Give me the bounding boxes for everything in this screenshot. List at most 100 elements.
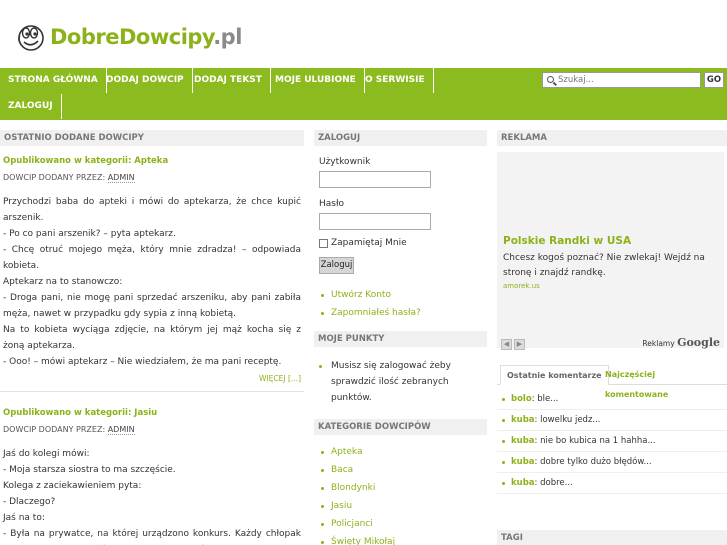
categories-heading: KATEGORIE DOWCIPÓW: [314, 419, 487, 435]
comment-author[interactable]: kuba: [511, 478, 535, 488]
ad-google-prefix: Reklamy: [642, 339, 675, 348]
post-author-link[interactable]: ADMIN: [107, 425, 135, 435]
category-link[interactable]: Święty Mikołaj: [319, 533, 487, 545]
ad-text: Chcesz kogoś poznać? Nie zwlekaj! Wejdź …: [503, 253, 705, 278]
remember-label: Zapamiętaj Mnie: [331, 238, 407, 248]
post-line: - Ooo! – mówi aptekarz – Nie wiedziałem,…: [3, 357, 282, 367]
forgot-password-link[interactable]: Zapomniałeś hasła?: [319, 304, 487, 322]
comment-item[interactable]: bolo: ble...: [497, 389, 727, 410]
ad-title[interactable]: Polskie Randki w USA: [503, 235, 631, 247]
logo-main: DobreDowcipy: [50, 25, 214, 49]
post-line: - Chcę otruć mojego męża, który mnie zdr…: [3, 245, 301, 271]
comment-author[interactable]: kuba: [511, 436, 535, 446]
post-body: Jaś do kolegi mówi: - Moja starsza siost…: [3, 446, 301, 545]
comment-author[interactable]: bolo: [511, 394, 532, 404]
comment-author[interactable]: kuba: [511, 415, 535, 425]
username-field[interactable]: [319, 171, 431, 188]
password-field[interactable]: [319, 213, 431, 230]
post-category-link[interactable]: Opublikowano w kategorii: Jasiu: [3, 408, 301, 418]
comment-author[interactable]: kuba: [511, 457, 535, 467]
ad-nav: ◀ ▶: [501, 339, 527, 350]
main-nav: STRONA GŁÓWNA DODAJ DOWCIP DODAJ TEKST M…: [0, 68, 727, 120]
nav-add-text[interactable]: DODAJ TEKST: [186, 68, 271, 93]
ad-heading: REKLAMA: [497, 130, 727, 146]
google-logo: Google: [677, 336, 720, 349]
post-author-line: DOWCIP DODANY PRZEZ: ADMIN: [3, 425, 301, 435]
latest-jokes-heading: OSTATNIO DODANE DOWCIPY: [0, 130, 304, 146]
nav-add-joke[interactable]: DODAJ DOWCIP: [98, 68, 193, 93]
comments-list: bolo: ble... kuba: lowelku jedz... kuba:…: [497, 389, 727, 494]
comment-item[interactable]: kuba: dobre tylko dużo błędów...: [497, 452, 727, 473]
ad-google-label[interactable]: Reklamy Google: [642, 336, 720, 349]
remember-me[interactable]: Zapamiętaj Mnie: [319, 238, 487, 248]
post-body: Przychodzi baba do apteki i mówi do apte…: [3, 194, 301, 370]
ad-box[interactable]: Polskie Randki w USA Chcesz kogoś poznać…: [497, 152, 724, 350]
username-label: Użytkownik: [319, 157, 371, 167]
ad-next-icon[interactable]: ▶: [514, 339, 525, 350]
header: DobreDowcipy.pl: [0, 0, 727, 68]
categories-list: Apteka Baca Blondynki Jasiu Policjanci Ś…: [319, 443, 487, 545]
sidebar-middle: ZALOGUJ Użytkownik Hasło Zapamiętaj Mnie…: [314, 120, 487, 545]
category-link[interactable]: Apteka: [319, 443, 487, 461]
nav-login[interactable]: ZALOGUJ: [0, 94, 62, 119]
post-line: - Była na prywatce, na której urządzono …: [3, 529, 301, 539]
joke-post: Opublikowano w kategorii: Apteka DOWCIP …: [0, 156, 304, 383]
nav-about[interactable]: O SERWISIE: [357, 68, 434, 93]
logo-text: DobreDowcipy.pl: [50, 25, 242, 49]
comment-text: : nie bo kubica na 1 hahha...: [534, 436, 656, 446]
tags-heading: TAGI: [497, 530, 727, 545]
post-author-prefix: DOWCIP DODANY PRZEZ:: [3, 173, 108, 182]
logo-suffix: .pl: [213, 25, 242, 49]
read-more-link[interactable]: WIĘCEJ [...]: [3, 374, 301, 383]
points-info: Musisz się zalogować żeby sprawdzić iloś…: [319, 358, 486, 406]
remember-checkbox[interactable]: [319, 238, 328, 248]
comment-tabs: Ostatnie komentarze Najczęściej komentow…: [497, 365, 727, 399]
post-line: - Po co pani arszenik? – pyta aptekarz.: [3, 229, 176, 239]
tab-most-commented[interactable]: Najczęściej komentowane: [599, 365, 727, 399]
post-author-link[interactable]: ADMIN: [107, 173, 135, 183]
comment-text: : dobre...: [534, 478, 573, 488]
sidebar-right: REKLAMA Polskie Randki w USA Chcesz kogo…: [497, 120, 727, 545]
ad-prev-icon[interactable]: ◀: [501, 339, 512, 350]
post-line: Na to kobieta wyciąga zdjęcie, na którym…: [3, 325, 301, 351]
comment-text: : dobre tylko dużo błędów...: [534, 457, 652, 467]
category-link[interactable]: Jasiu: [319, 497, 487, 515]
post-line: - Dlaczego?: [3, 497, 56, 507]
post-divider: [0, 391, 304, 392]
search-go-button[interactable]: GO: [704, 72, 724, 88]
tab-latest-comments[interactable]: Ostatnie komentarze: [500, 365, 609, 385]
smiley-logo-icon: [14, 20, 46, 52]
comment-item[interactable]: kuba: nie bo kubica na 1 hahha...: [497, 431, 727, 452]
joke-post: Opublikowano w kategorii: Jasiu DOWCIP D…: [0, 408, 304, 545]
post-line: - Droga pani, nie mogę pani sprzedać ars…: [3, 293, 301, 319]
latest-jokes-column: OSTATNIO DODANE DOWCIPY Opublikowano w k…: [0, 120, 304, 545]
create-account-link[interactable]: Utwórz Konto: [319, 286, 487, 304]
site-logo[interactable]: DobreDowcipy.pl: [14, 20, 242, 52]
post-author-line: DOWCIP DODANY PRZEZ: ADMIN: [3, 173, 301, 183]
search-icon: [547, 76, 554, 83]
post-line: Jaś na to:: [3, 513, 45, 523]
nav-favorites[interactable]: MOJE ULUBIONE: [267, 68, 365, 93]
login-button[interactable]: Zaloguj: [319, 257, 354, 274]
comment-text: : lowelku jedz...: [534, 415, 601, 425]
post-category-link[interactable]: Opublikowano w kategorii: Apteka: [3, 156, 301, 166]
search-box: [542, 72, 701, 88]
points-heading: MOJE PUNKTY: [314, 331, 487, 347]
search-input[interactable]: [558, 74, 698, 86]
ad-url[interactable]: amorek.us: [503, 282, 540, 290]
account-links: Utwórz Konto Zapomniałeś hasła?: [319, 286, 487, 322]
nav-home[interactable]: STRONA GŁÓWNA: [0, 68, 107, 93]
comment-item[interactable]: kuba: dobre...: [497, 473, 727, 494]
post-line: Aptekarz na to stanowczo:: [3, 277, 123, 287]
password-label: Hasło: [319, 199, 345, 209]
category-link[interactable]: Policjanci: [319, 515, 487, 533]
category-link[interactable]: Blondynki: [319, 479, 487, 497]
login-heading: ZALOGUJ: [314, 130, 487, 146]
category-link[interactable]: Baca: [319, 461, 487, 479]
post-line: - Moja starsza siostra to ma szczęście.: [3, 465, 176, 475]
comment-item[interactable]: kuba: lowelku jedz...: [497, 410, 727, 431]
post-line: Jaś do kolegi mówi:: [3, 449, 90, 459]
post-author-prefix: DOWCIP DODANY PRZEZ:: [3, 425, 108, 434]
comment-text: : ble...: [531, 394, 559, 404]
post-line: Przychodzi baba do apteki i mówi do apte…: [3, 197, 301, 223]
